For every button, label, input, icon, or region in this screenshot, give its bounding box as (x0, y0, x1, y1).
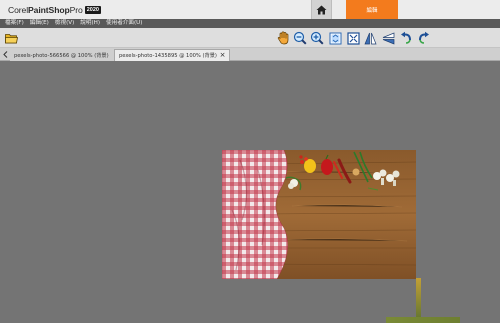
title-bar: CorelPaintShopPro 2020 編輯 (0, 0, 500, 19)
rotate-right-icon (419, 31, 429, 44)
edit-workspace-tab[interactable]: 編輯 (346, 0, 398, 19)
fit-window-icon (346, 31, 360, 45)
document-tab-pexels-566566[interactable]: pexels-photo-566566 @ 100% (背景) (10, 49, 114, 61)
logo-product: PaintShop (28, 4, 70, 15)
actual-size-icon (329, 32, 341, 44)
flip-horizontal-icon (363, 32, 377, 44)
home-button[interactable] (311, 0, 332, 19)
document-tab-label: pexels-photo-1435895 @ 100% (背景) (119, 53, 217, 59)
tab-scroll-left-button[interactable] (1, 49, 9, 60)
logo-year-badge: 2020 (84, 5, 101, 14)
zoom-out-button[interactable] (292, 30, 308, 46)
zoom-in-icon (310, 31, 324, 45)
close-tab-button[interactable]: × (219, 52, 226, 59)
image-edge-artifact (416, 278, 421, 322)
flip-vertical-button[interactable] (380, 30, 396, 46)
flip-horizontal-button[interactable] (362, 30, 378, 46)
rotate-left-button[interactable] (398, 30, 414, 46)
photo-vegetables-on-wood (222, 150, 416, 279)
document-image[interactable] (222, 150, 416, 279)
app-logo: CorelPaintShopPro 2020 (8, 2, 101, 17)
flip-vertical-icon (382, 31, 394, 45)
menu-help[interactable]: 說明(H) (80, 19, 100, 28)
open-folder-button[interactable] (3, 30, 19, 46)
menu-bar: 檔案(F) 編輯(E) 檢視(V) 說明(H) 使用者介面(U) (0, 19, 500, 28)
document-tab-pexels-1435895[interactable]: pexels-photo-1435895 @ 100% (背景) × (114, 49, 230, 61)
rotate-left-icon (401, 31, 411, 44)
menu-user-interface[interactable]: 使用者介面(U) (106, 19, 142, 28)
image-edge-artifact (386, 317, 460, 323)
menu-file[interactable]: 檔案(F) (5, 19, 24, 28)
image-canvas[interactable] (0, 62, 500, 323)
toolbar (0, 28, 500, 48)
menu-edit[interactable]: 編輯(E) (30, 19, 49, 28)
folder-icon (4, 33, 18, 43)
document-tab-strip: pexels-photo-566566 @ 100% (背景) pexels-p… (0, 48, 500, 61)
rotate-right-button[interactable] (416, 30, 432, 46)
logo-suffix: Pro (69, 4, 83, 15)
fit-to-window-button[interactable] (345, 30, 361, 46)
chevron-left-icon (2, 51, 7, 58)
zoom-out-icon (293, 31, 307, 45)
actual-size-button[interactable] (327, 30, 343, 46)
home-icon (316, 5, 327, 14)
pan-tool-button[interactable] (275, 30, 291, 46)
pan-hand-icon (277, 31, 288, 45)
menu-view[interactable]: 檢視(V) (55, 19, 74, 28)
logo-brand: Corel (8, 4, 29, 15)
zoom-in-button[interactable] (309, 30, 325, 46)
document-tab-label: pexels-photo-566566 @ 100% (背景) (14, 52, 109, 59)
